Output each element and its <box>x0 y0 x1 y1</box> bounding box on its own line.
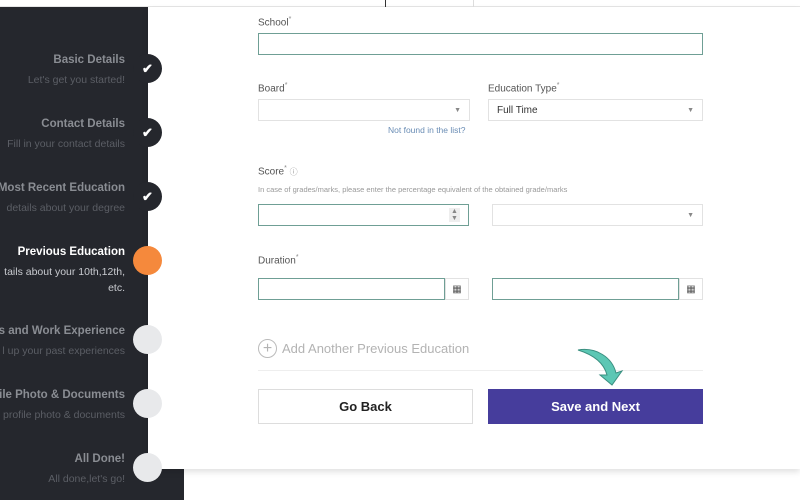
education-type-label: Education Type* <box>488 82 560 95</box>
step-indicator <box>133 389 162 418</box>
chevron-down-icon: ▼ <box>687 212 694 219</box>
score-label: Score* ⓘ <box>258 165 298 178</box>
spinner-icon[interactable]: ▲ ▼ <box>449 208 460 222</box>
add-another-label: Add Another Previous Education <box>282 341 470 356</box>
step-2[interactable]: Contact Details Fill in your contact deta… <box>0 118 125 152</box>
tab-divider <box>385 0 386 7</box>
calendar-icon[interactable]: ▦ <box>679 278 703 300</box>
score-type-select[interactable]: ▼ <box>492 204 703 226</box>
step-3[interactable]: / Most Recent Education details about you… <box>0 182 125 216</box>
chevron-down-icon: ▼ <box>687 107 694 114</box>
step-title: Previous Education <box>17 246 125 258</box>
step-subtitle: profile photo & documents <box>3 409 125 421</box>
step-title: ofile Photo & Documents <box>0 389 125 401</box>
add-another-education-button[interactable]: + Add Another Previous Education <box>258 339 469 358</box>
step-subtitle: details about your degree <box>6 202 126 214</box>
check-icon: ✔ <box>133 118 162 147</box>
step-subtitle: tails about your 10th,12th, etc. <box>4 266 125 294</box>
board-select[interactable]: ▼ <box>258 99 470 121</box>
step-subtitle: All done,let's go! <box>48 473 125 485</box>
school-input[interactable] <box>258 33 703 55</box>
step-title: Contact Details <box>41 118 125 130</box>
not-found-link[interactable]: Not found in the list? <box>388 125 466 135</box>
duration-label: Duration* <box>258 254 299 267</box>
info-icon[interactable]: ⓘ <box>290 167 298 176</box>
check-icon: ✔ <box>133 54 162 83</box>
step-1[interactable]: Basic Details Let's get you started! <box>0 54 125 88</box>
step-indicator <box>133 246 162 275</box>
save-and-next-button[interactable]: Save and Next <box>488 389 703 424</box>
step-subtitle: Fill in your contact details <box>7 138 125 150</box>
step-title: ps and Work Experience <box>0 325 125 337</box>
arrow-annotation-icon <box>577 348 624 386</box>
duration-start-input[interactable] <box>258 278 445 300</box>
step-indicator <box>133 453 162 482</box>
divider <box>258 370 703 371</box>
go-back-button[interactable]: Go Back <box>258 389 473 424</box>
score-hint: In case of grades/marks, please enter th… <box>258 185 568 194</box>
education-type-select[interactable]: Full Time ▼ <box>488 99 703 121</box>
check-icon: ✔ <box>133 182 162 211</box>
board-label: Board* <box>258 82 288 95</box>
calendar-icon[interactable]: ▦ <box>445 278 469 300</box>
chevron-down-icon: ▼ <box>454 107 461 114</box>
school-label: School* <box>258 16 292 29</box>
step-7[interactable]: All Done! All done,let's go! <box>0 453 125 487</box>
step-5[interactable]: ps and Work Experience l up your past exp… <box>0 325 125 359</box>
step-title: Basic Details <box>53 54 125 66</box>
tab-divider <box>473 0 474 7</box>
step-subtitle: Let's get you started! <box>27 74 125 86</box>
plus-circle-icon: + <box>258 339 277 358</box>
step-6[interactable]: ofile Photo & Documents profile photo & d… <box>0 389 125 423</box>
duration-end-input[interactable] <box>492 278 679 300</box>
step-title: / Most Recent Education <box>0 182 125 194</box>
step-title: All Done! <box>74 453 125 465</box>
score-input[interactable]: ▲ ▼ <box>258 204 469 226</box>
step-subtitle: l up your past experiences <box>2 345 125 357</box>
step-4[interactable]: Previous Education tails about your 10th,… <box>0 246 125 296</box>
step-indicator <box>133 325 162 354</box>
